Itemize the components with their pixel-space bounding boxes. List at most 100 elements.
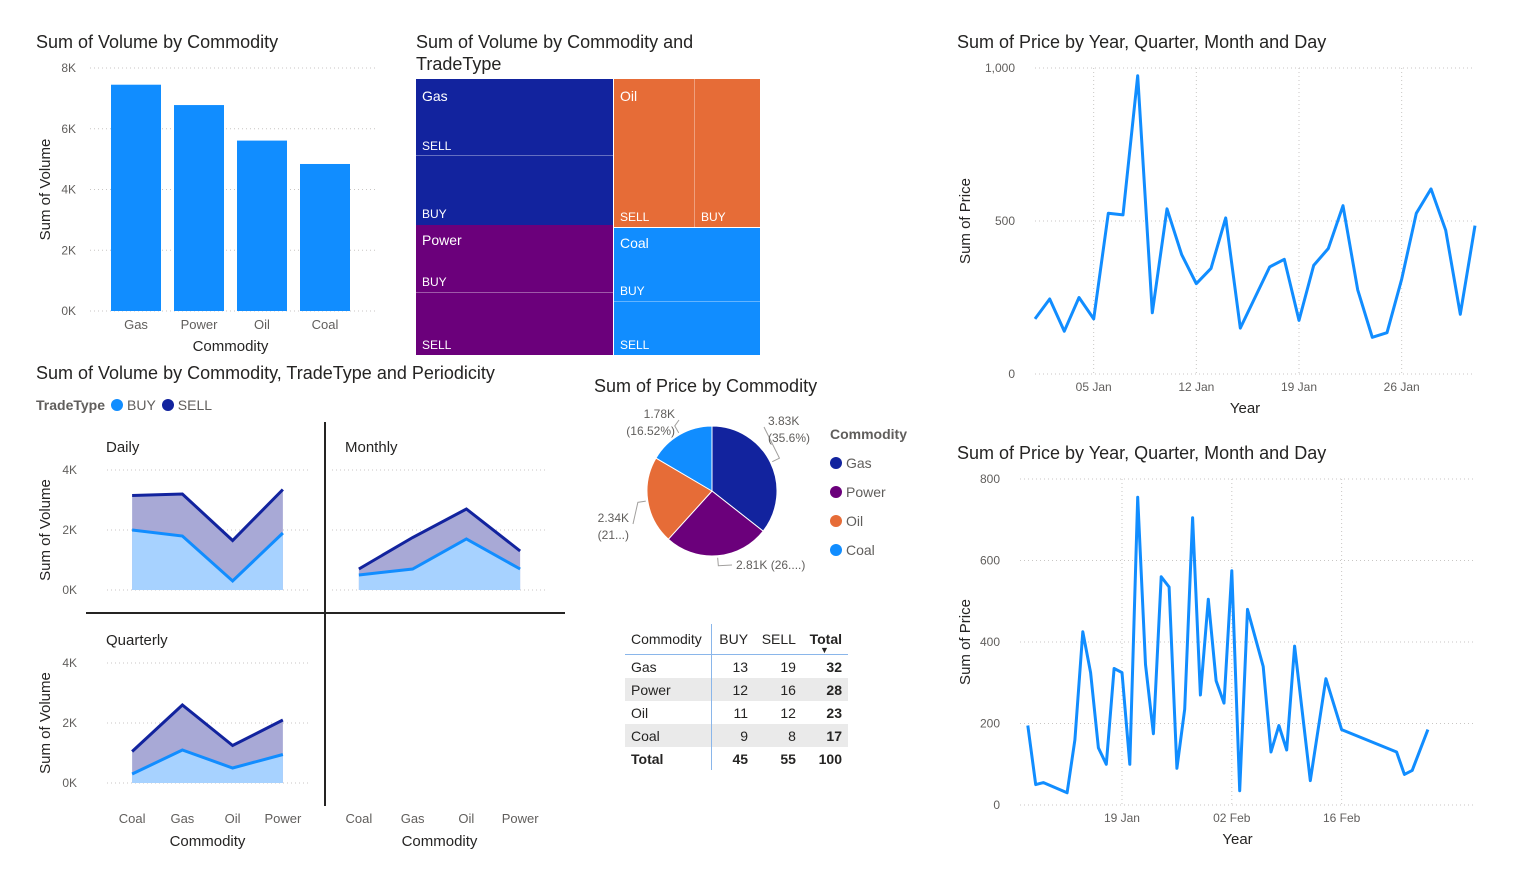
volume-by-commodity-bar-chart[interactable]: 0K 2K 4K 6K 8K Gas Power Oil Coal Commodity Sum of… bbox=[30, 55, 390, 360]
x-axis-title: Year bbox=[1222, 831, 1252, 848]
x-tick-label: 05 Jan bbox=[1076, 380, 1112, 394]
table-row[interactable]: Coal 9 8 17 bbox=[625, 724, 848, 747]
treemap-divider bbox=[614, 301, 760, 302]
pie-legend: Commodity Gas Power Oil Coal bbox=[830, 426, 907, 564]
treemap-label-oil-buy: BUY bbox=[701, 210, 726, 224]
pie-legend-item-gas[interactable]: Gas bbox=[830, 448, 907, 477]
legend-sell-label[interactable]: SELL bbox=[178, 397, 212, 413]
x-tick-label: Oil bbox=[225, 811, 241, 826]
treemap-node-gas[interactable]: Gas SELL BUY bbox=[416, 79, 613, 225]
x-tick-label: 26 Jan bbox=[1384, 380, 1420, 394]
x-tick-label: Power bbox=[264, 811, 302, 826]
legend-title: TradeType bbox=[36, 397, 105, 413]
pie-legend-item-power[interactable]: Power bbox=[830, 477, 907, 506]
price-by-day-line-chart-2[interactable]: 0 200 400 600 800 19 Jan 02 Feb 16 Feb Year Sum o… bbox=[950, 466, 1490, 861]
volume-matrix-table[interactable]: Commodity BUY SELL Total ▼ Gas 13 19 32 P… bbox=[625, 624, 848, 770]
y-tick-label: 2K bbox=[61, 243, 76, 257]
y-tick-label: 200 bbox=[980, 717, 1000, 731]
treemap-node-coal[interactable]: Coal BUY SELL bbox=[614, 228, 760, 355]
matrix-cell: Gas bbox=[625, 654, 712, 678]
pie-leader-line bbox=[632, 500, 646, 525]
legend-buy-label[interactable]: BUY bbox=[127, 397, 156, 413]
price-by-day-line-chart-1[interactable]: 0 500 1,000 05 Jan 12 Jan 19 Jan 26 Jan Year Sum… bbox=[950, 55, 1490, 425]
y-tick-label: 0K bbox=[61, 304, 76, 318]
price-series-line[interactable] bbox=[1033, 74, 1477, 339]
treemap-divider bbox=[416, 155, 613, 156]
y-tick-label: 4K bbox=[61, 183, 76, 197]
table-row[interactable]: Gas 13 19 32 bbox=[625, 654, 848, 678]
pie-data-label: 2.81K (26....) bbox=[736, 558, 805, 572]
matrix-header-total[interactable]: Total ▼ bbox=[801, 624, 848, 655]
matrix-header-commodity[interactable]: Commodity bbox=[625, 624, 712, 655]
pie-legend-item-oil[interactable]: Oil bbox=[830, 506, 907, 535]
matrix-header-sell[interactable]: SELL bbox=[754, 624, 802, 655]
matrix-cell: Power bbox=[625, 678, 712, 701]
x-tick-label: Coal bbox=[346, 811, 373, 826]
bar-power[interactable] bbox=[174, 105, 224, 311]
matrix-cell: Oil bbox=[625, 701, 712, 724]
x-tick-label: Gas bbox=[401, 811, 425, 826]
panel-label-monthly: Monthly bbox=[345, 439, 398, 456]
table-row[interactable]: Oil 11 12 23 bbox=[625, 701, 848, 724]
matrix-cell: 12 bbox=[711, 678, 755, 701]
pie-leader-line bbox=[674, 419, 680, 434]
treemap-label-oil: Oil bbox=[620, 88, 638, 104]
legend-swatch bbox=[830, 456, 842, 469]
treemap-label-coal-sell: SELL bbox=[620, 338, 650, 352]
bar-oil[interactable] bbox=[237, 140, 287, 311]
y-tick-label: 600 bbox=[980, 554, 1000, 568]
y-axis-title: Sum of Volume bbox=[37, 139, 54, 241]
bar-coal[interactable] bbox=[300, 163, 350, 311]
y-tick-label: 2K bbox=[62, 523, 77, 537]
x-tick-label: Coal bbox=[119, 811, 146, 826]
tradetype-legend: TradeType BUY SELL bbox=[36, 397, 212, 413]
x-axis-title: Commodity bbox=[193, 338, 269, 355]
matrix-cell: 23 bbox=[826, 704, 842, 721]
pie-data-label: (35.6%) bbox=[768, 431, 810, 445]
matrix-cell: 100 bbox=[818, 750, 842, 767]
volume-treemap[interactable]: Gas SELL BUY Oil SELL BUY Power BUY SELL… bbox=[416, 79, 760, 355]
treemap-node-oil[interactable]: Oil SELL BUY bbox=[614, 79, 760, 227]
bar-gas[interactable] bbox=[111, 84, 161, 311]
x-tick-label: Power bbox=[181, 317, 219, 332]
treemap-label-power-buy: BUY bbox=[422, 275, 447, 289]
x-tick-label: Power bbox=[502, 811, 540, 826]
y-axis-title: Sum of Volume bbox=[37, 479, 54, 581]
legend-buy-swatch bbox=[111, 399, 123, 411]
pie-legend-label: Gas bbox=[846, 454, 872, 471]
price-series-line[interactable] bbox=[1026, 495, 1430, 795]
treemap-label-oil-sell: SELL bbox=[620, 210, 650, 224]
treemap-label-coal-buy: BUY bbox=[620, 284, 645, 298]
y-tick-label: 1,000 bbox=[985, 61, 1015, 75]
price-by-commodity-pie-chart[interactable]: 3.83K (35.6%) 2.81K (26....) 2.34K (21...) 1.… bbox=[585, 400, 825, 585]
bar-chart-title: Sum of Volume by Commodity bbox=[36, 32, 279, 52]
x-tick-label: 19 Jan bbox=[1281, 380, 1317, 394]
treemap-divider bbox=[416, 292, 613, 293]
matrix-cell: Coal bbox=[625, 724, 712, 747]
y-axis-title: Sum of Price bbox=[957, 178, 974, 264]
x-tick-label: Gas bbox=[124, 317, 148, 332]
matrix-cell: 13 bbox=[732, 658, 749, 675]
volume-small-multiples-area-chart[interactable]: 0K 2K 4K Daily Sum of Volume Monthly 0K 2K 4K Qua… bbox=[30, 420, 575, 860]
matrix-total-row[interactable]: Total 45 55 100 bbox=[625, 747, 848, 770]
y-axis-title: Sum of Volume bbox=[37, 672, 54, 774]
y-tick-label: 0 bbox=[993, 798, 1000, 812]
pie-data-label: (21...) bbox=[598, 528, 629, 542]
matrix-header-buy[interactable]: BUY bbox=[711, 624, 755, 655]
treemap-label-coal: Coal bbox=[620, 235, 649, 251]
line-chart-2-title: Sum of Price by Year, Quarter, Month and… bbox=[957, 443, 1327, 463]
treemap-node-power[interactable]: Power BUY SELL bbox=[416, 225, 613, 355]
pie-legend-item-coal[interactable]: Coal bbox=[830, 535, 907, 564]
x-tick-label: 19 Jan bbox=[1104, 811, 1140, 825]
matrix-cell: 19 bbox=[780, 658, 796, 675]
panel-label-daily: Daily bbox=[106, 439, 140, 456]
x-axis-title: Commodity bbox=[170, 833, 246, 850]
y-tick-label: 4K bbox=[62, 656, 77, 670]
matrix-cell: 16 bbox=[754, 678, 802, 701]
pie-chart-title: Sum of Price by Commodity bbox=[594, 376, 818, 396]
y-axis-title: Sum of Price bbox=[957, 599, 974, 685]
matrix-cell: 28 bbox=[801, 678, 848, 701]
table-row[interactable]: Power 12 16 28 bbox=[625, 678, 848, 701]
pie-legend-title: Commodity bbox=[830, 426, 907, 442]
pie-legend-label: Power bbox=[846, 483, 886, 500]
